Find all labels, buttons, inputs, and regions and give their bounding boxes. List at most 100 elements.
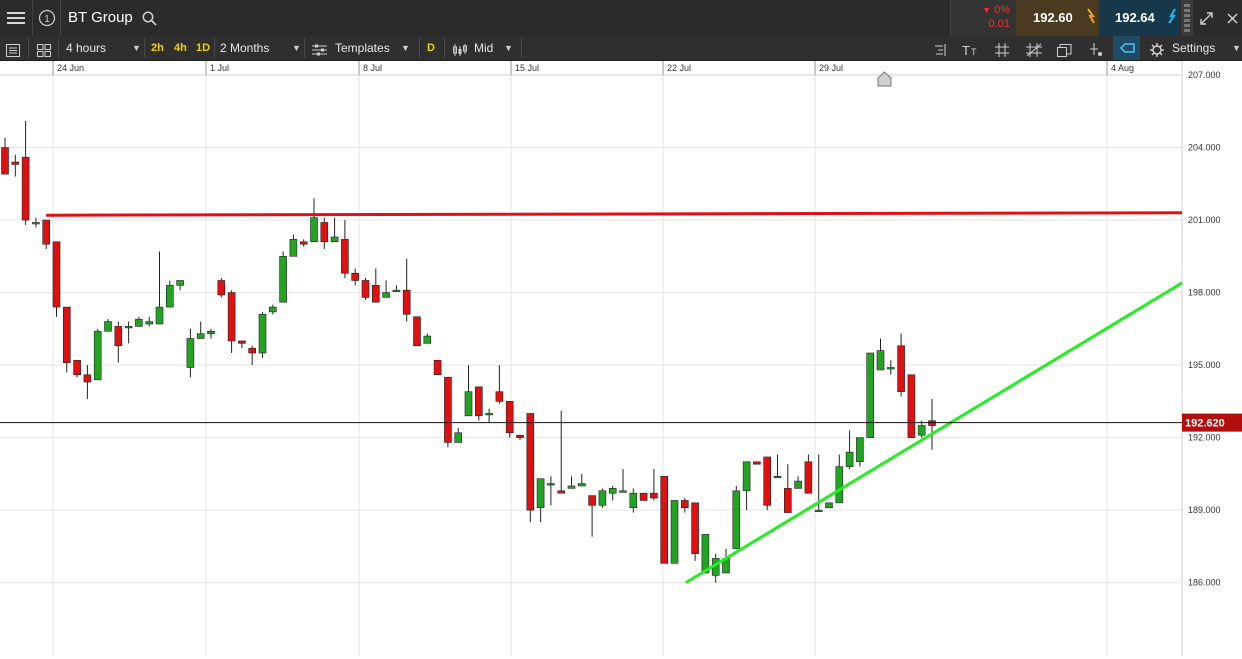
top-bar: 1 BT Group ▼ 0% 0.01 192.60 192.64 xyxy=(0,0,1242,37)
candle-body xyxy=(371,285,380,303)
candle-body xyxy=(577,483,586,487)
hamburger-menu-icon[interactable] xyxy=(0,0,32,36)
candle-body xyxy=(598,490,607,506)
candle-body xyxy=(1,147,9,175)
candle-body xyxy=(145,321,153,325)
y-tick-label: 201.000 xyxy=(1188,215,1221,225)
layout-icon[interactable] xyxy=(37,41,51,57)
grid-icon[interactable] xyxy=(995,41,1009,57)
drawing-tools-icon[interactable] xyxy=(1026,41,1042,57)
price-type-value: Mid xyxy=(474,41,494,55)
change-percent: ▼ 0% xyxy=(982,4,1010,16)
info-circle-icon[interactable]: 1 xyxy=(34,0,60,36)
list-icon[interactable] xyxy=(6,41,20,57)
interval-2h-button[interactable]: 2h xyxy=(151,36,164,60)
y-tick-label: 189.000 xyxy=(1188,505,1221,515)
interval-1d-button[interactable]: 1D xyxy=(196,36,210,60)
candle-body xyxy=(62,306,71,363)
candle-body xyxy=(464,391,473,417)
candle-body xyxy=(804,461,813,494)
text-size-icon[interactable]: TT xyxy=(962,41,980,58)
candle-body xyxy=(660,475,669,564)
candle-body xyxy=(52,241,61,308)
x-tick-label: 8 Jul xyxy=(363,63,382,73)
y-axis: 207.000 204.000 201.000 198.000 195.000 192.0… xyxy=(1181,61,1242,656)
interval-4h-button[interactable]: 4h xyxy=(174,36,187,60)
candle-body xyxy=(794,480,802,489)
y-tick-label: 195.000 xyxy=(1188,360,1221,370)
x-axis-strip xyxy=(0,61,1182,75)
candle-body xyxy=(444,376,452,443)
close-icon[interactable] xyxy=(1222,0,1242,36)
candle-body xyxy=(42,219,51,245)
candles xyxy=(1,120,936,583)
candle-body xyxy=(680,500,689,509)
change-panel: ▼ 0% 0.01 xyxy=(950,0,1016,36)
down-triangle-icon: ▼ xyxy=(982,5,992,15)
instrument-name[interactable]: BT Group xyxy=(68,0,133,36)
x-tick-label: 22 Jul xyxy=(667,63,691,73)
candle-body xyxy=(773,475,782,479)
copy-icon[interactable] xyxy=(1057,41,1072,57)
candle-body xyxy=(248,347,256,354)
candlestick-chart-svg[interactable]: 24 Jun 1 Jul 8 Jul 15 Jul 22 Jul 29 Jul 4 Aug … xyxy=(0,61,1242,656)
y-tick-label: 198.000 xyxy=(1188,288,1221,298)
candle-body xyxy=(330,236,339,243)
candle-body xyxy=(382,292,390,298)
candle-body xyxy=(701,534,710,574)
candle-body xyxy=(526,413,535,511)
chevron-down-icon: ▼ xyxy=(504,43,513,53)
svg-text:T: T xyxy=(971,47,977,57)
candle-body xyxy=(413,316,421,347)
search-icon[interactable] xyxy=(140,0,158,36)
divider xyxy=(144,38,145,58)
settings-menu[interactable]: Settings ▼ xyxy=(1150,36,1242,60)
sell-arrow-icon xyxy=(1086,8,1096,27)
candle-body xyxy=(166,285,174,308)
resistance-trendline xyxy=(46,211,1183,217)
candle-body xyxy=(866,352,875,438)
chevron-down-icon: ▼ xyxy=(401,43,410,53)
candle-body xyxy=(474,386,483,417)
price-type-select[interactable]: Mid ▼ xyxy=(452,36,518,60)
buy-price: 192.64 xyxy=(1115,10,1155,25)
candle-body xyxy=(310,217,318,243)
candle-body xyxy=(495,391,504,402)
chart-toolbar: 4 hours ▼ 2h 4h 1D 2 Months ▼ Templates … xyxy=(0,36,1242,61)
divider xyxy=(32,0,33,36)
y-tick-label: 207.000 xyxy=(1188,70,1221,80)
d-button[interactable]: D xyxy=(427,36,435,60)
candle-body xyxy=(32,222,40,225)
range-select-value: 2 Months xyxy=(220,41,270,55)
candle-body xyxy=(341,239,349,274)
candle-body xyxy=(639,492,648,501)
divider xyxy=(58,38,59,58)
candle-body xyxy=(753,461,761,465)
y-tick-label: 192.000 xyxy=(1188,433,1221,443)
x-tick-label: 15 Jul xyxy=(515,63,539,73)
divider xyxy=(214,38,215,58)
interval-select-value: 4 hours xyxy=(66,41,107,55)
crosshair-icon[interactable] xyxy=(1088,41,1104,56)
candle-body xyxy=(856,437,864,463)
settings-label: Settings xyxy=(1172,41,1216,55)
candle-body xyxy=(454,432,463,443)
sell-price-button[interactable]: 192.60 xyxy=(1016,0,1099,36)
range-select[interactable]: 2 Months ▼ xyxy=(220,36,302,60)
price-chart[interactable]: 24 Jun 1 Jul 8 Jul 15 Jul 22 Jul 29 Jul 4 Aug … xyxy=(0,61,1242,656)
candle-body xyxy=(93,330,102,380)
x-tick-label: 24 Jun xyxy=(57,63,84,73)
indicators-icon[interactable] xyxy=(933,41,947,56)
buy-price-button[interactable]: 192.64 xyxy=(1099,0,1180,36)
templates-menu[interactable]: Templates ▼ xyxy=(312,36,412,60)
interval-select[interactable]: 4 hours ▼ xyxy=(66,36,142,60)
y-tick-label: 204.000 xyxy=(1188,143,1221,153)
divider xyxy=(28,38,29,58)
current-price-label: 192.620 xyxy=(1185,418,1225,430)
trend-lines[interactable] xyxy=(46,211,1183,584)
candle-body xyxy=(650,492,658,499)
depth-icon[interactable] xyxy=(1181,0,1193,36)
divider xyxy=(521,38,522,58)
link-icon[interactable] xyxy=(1113,36,1140,60)
expand-icon[interactable] xyxy=(1196,0,1216,36)
